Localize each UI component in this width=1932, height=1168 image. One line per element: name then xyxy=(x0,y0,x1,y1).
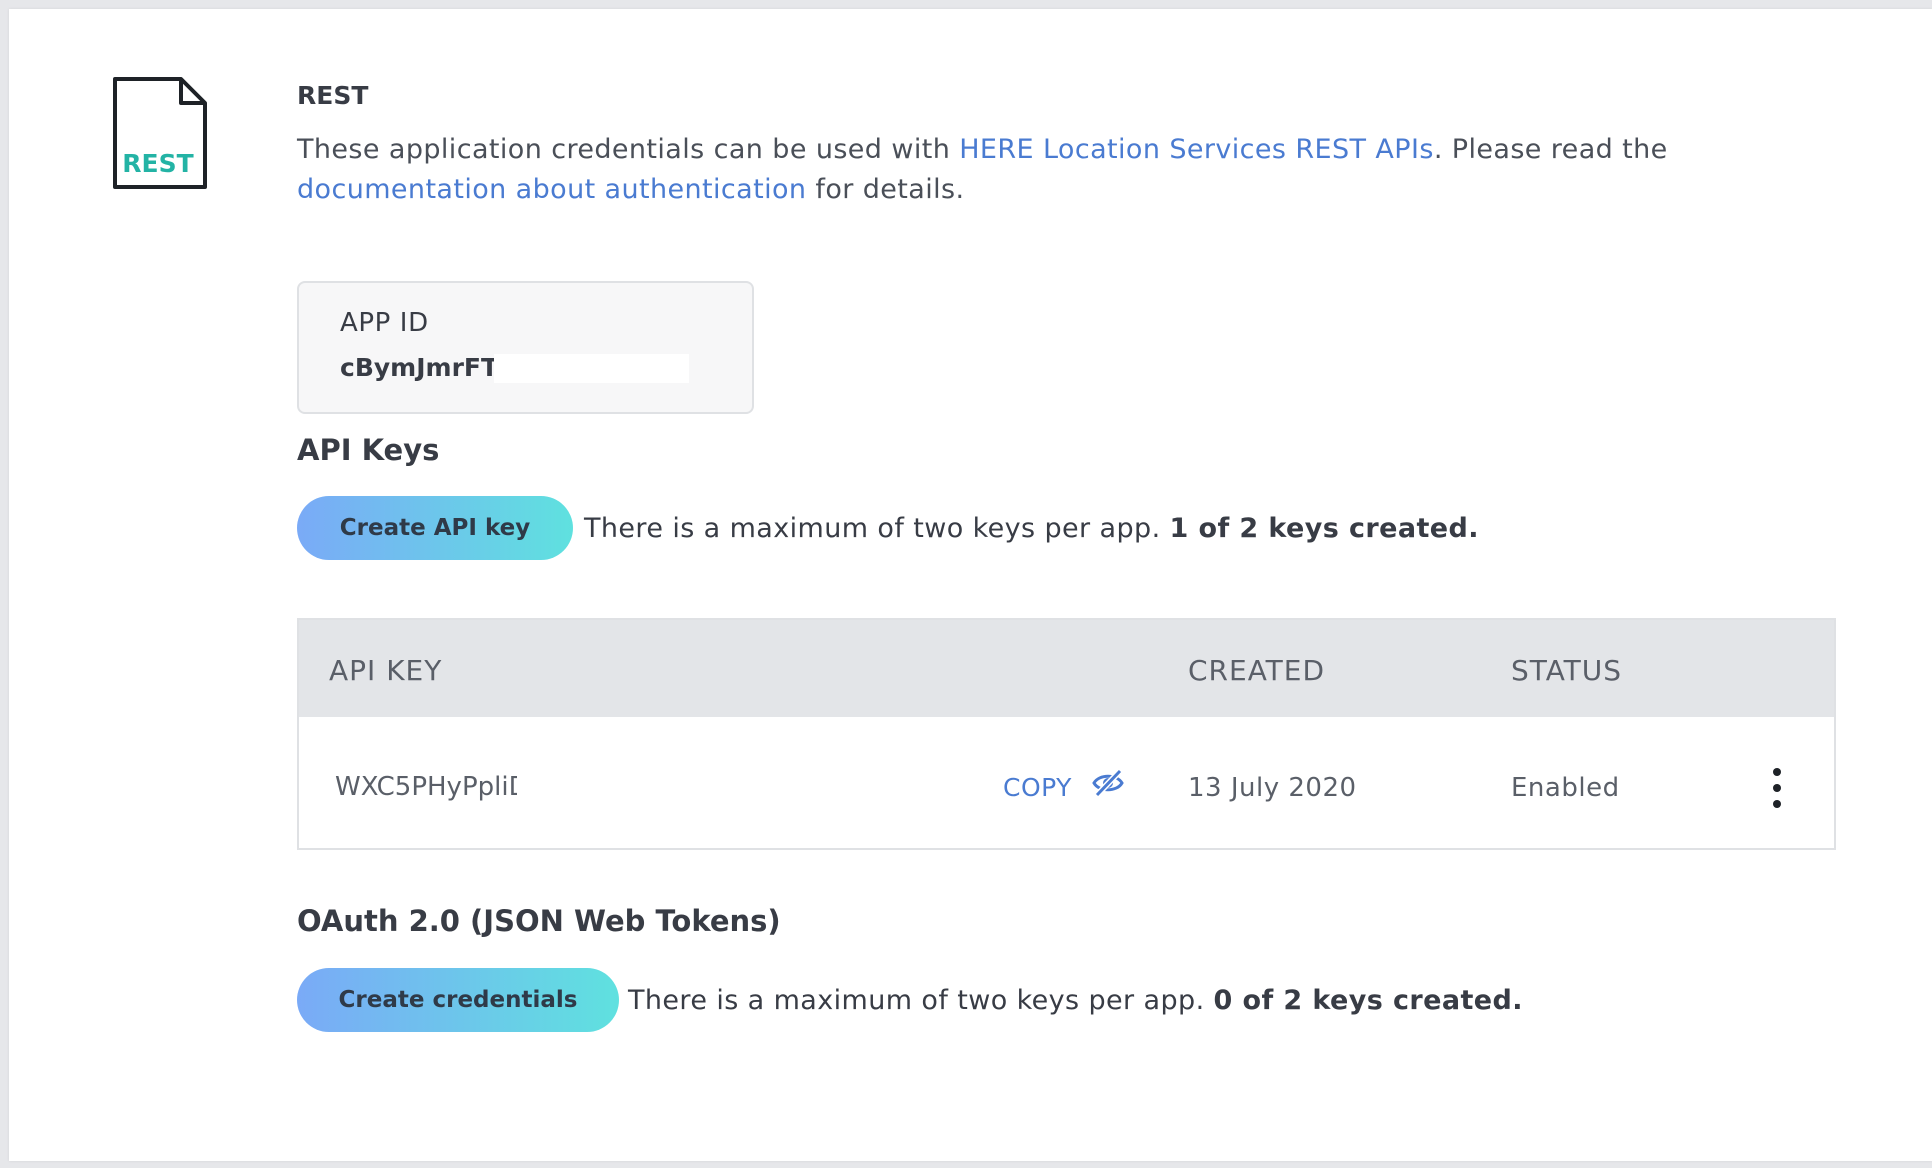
create-api-key-button[interactable]: Create API key xyxy=(297,496,573,560)
copy-key-button[interactable]: COPY xyxy=(1003,773,1072,802)
table-header: API KEY CREATED STATUS xyxy=(299,620,1834,717)
api-keys-info-text: There is a maximum of two keys per app. xyxy=(584,513,1170,544)
api-keys-table: API KEY CREATED STATUS WXC5PHyPpliDx COP… xyxy=(297,618,1836,850)
api-keys-count: 1 of 2 keys created. xyxy=(1169,513,1479,544)
authentication-docs-link[interactable]: documentation about authentication xyxy=(297,174,806,205)
app-id-label: APP ID xyxy=(340,308,429,338)
header-status: STATUS xyxy=(1511,654,1623,687)
oauth-count: 0 of 2 keys created. xyxy=(1213,985,1523,1016)
oauth-info-text: There is a maximum of two keys per app. xyxy=(628,985,1214,1016)
oauth-heading: OAuth 2.0 (JSON Web Tokens) xyxy=(297,904,781,938)
description-text-end: for details. xyxy=(806,174,965,205)
app-id-redaction xyxy=(494,354,689,383)
header-api-key: API KEY xyxy=(329,654,443,687)
more-vertical-icon[interactable] xyxy=(1767,765,1787,811)
created-date: 13 July 2020 xyxy=(1188,773,1357,803)
description-text-start: These application credentials can be use… xyxy=(297,134,960,165)
description-text-middle: . Please read the xyxy=(1433,134,1668,165)
oauth-info: There is a maximum of two keys per app. … xyxy=(628,985,1523,1016)
eye-slash-icon[interactable] xyxy=(1091,768,1125,798)
key-status: Enabled xyxy=(1511,773,1620,803)
api-key-value: WXC5PHyPpliDx xyxy=(335,772,517,802)
api-keys-info: There is a maximum of two keys per app. … xyxy=(584,513,1479,544)
credentials-card: REST REST These application credentials … xyxy=(9,9,1932,1161)
header-created: CREATED xyxy=(1188,654,1326,687)
section-description: These application credentials can be use… xyxy=(297,130,1837,210)
rest-icon-label: REST xyxy=(122,149,193,178)
app-id-box: APP ID cBymJmrFT xyxy=(297,281,754,414)
section-title: REST xyxy=(297,81,369,110)
document-icon: REST xyxy=(113,77,207,189)
rest-apis-link[interactable]: HERE Location Services REST APIs xyxy=(959,134,1434,165)
create-credentials-button[interactable]: Create credentials xyxy=(297,968,619,1032)
app-id-value: cBymJmrFT xyxy=(340,353,499,382)
api-keys-heading: API Keys xyxy=(297,433,440,467)
